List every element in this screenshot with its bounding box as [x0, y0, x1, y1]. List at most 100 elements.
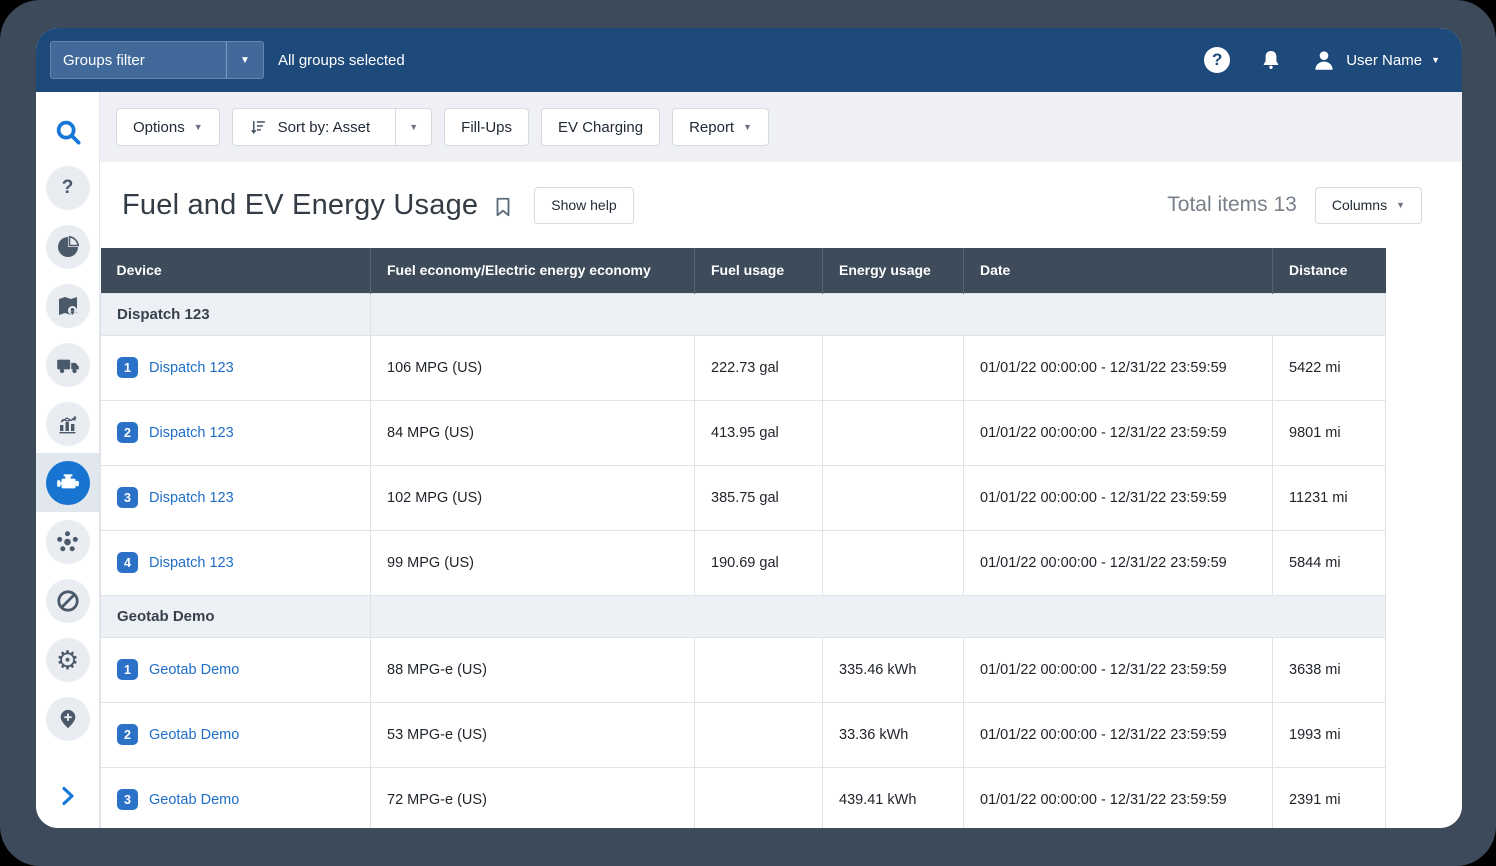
- energy-usage-cell: [823, 335, 964, 400]
- energy-usage-cell: [823, 400, 964, 465]
- chevron-down-icon[interactable]: ▼: [226, 42, 263, 78]
- row-index-badge: 1: [117, 659, 138, 680]
- sidebar-item-settings[interactable]: ⚙: [36, 630, 100, 689]
- chevron-right-icon: [56, 784, 80, 808]
- user-name: User Name: [1346, 52, 1422, 69]
- economy-cell: 53 MPG-e (US): [371, 702, 695, 767]
- distance-cell: 2391 mi: [1273, 767, 1386, 828]
- sidebar-item-vehicles[interactable]: [36, 335, 100, 394]
- fuel-usage-cell: 413.95 gal: [695, 400, 823, 465]
- columns-button[interactable]: Columns ▼: [1315, 187, 1422, 224]
- date-cell: 01/01/22 00:00:00 - 12/31/22 23:59:59: [964, 767, 1273, 828]
- help-icon[interactable]: ?: [1203, 46, 1231, 74]
- top-bar: Groups filter ▼ All groups selected ? Us…: [36, 28, 1462, 92]
- fuel-usage-cell: [695, 767, 823, 828]
- page-header: Fuel and EV Energy Usage Show help Total…: [100, 162, 1462, 248]
- device-link[interactable]: Geotab Demo: [149, 727, 239, 743]
- no-entry-icon: [55, 588, 81, 614]
- group-name: Geotab Demo: [101, 595, 371, 637]
- group-header-row: Geotab Demo: [101, 595, 1386, 637]
- gear-icon: ⚙: [56, 647, 79, 673]
- economy-cell: 72 MPG-e (US): [371, 767, 695, 828]
- notifications-bell-icon[interactable]: [1257, 46, 1285, 74]
- chevron-down-icon: ▼: [194, 122, 203, 132]
- date-cell: 01/01/22 00:00:00 - 12/31/22 23:59:59: [964, 637, 1273, 702]
- search-icon: [53, 117, 83, 147]
- report-toolbar: Options ▼ Sort by: Asset ▼: [100, 92, 1462, 162]
- bookmark-icon[interactable]: [492, 195, 514, 219]
- fill-ups-button[interactable]: Fill-Ups: [444, 108, 529, 146]
- chevron-down-icon: ▼: [1431, 55, 1440, 65]
- sidebar-item-add-ins[interactable]: [36, 689, 100, 748]
- question-icon: ?: [62, 177, 74, 199]
- engine-icon: [55, 470, 81, 496]
- device-link[interactable]: Geotab Demo: [149, 792, 239, 808]
- chevron-down-icon: ▼: [1396, 200, 1405, 210]
- col-header-energy-usage: Energy usage: [823, 248, 964, 293]
- table-row: 1 Dispatch 123 106 MPG (US) 222.73 gal 01…: [101, 335, 1386, 400]
- table-row: 4Dispatch 123 99 MPG (US) 190.69 gal 01/…: [101, 530, 1386, 595]
- fuel-usage-cell: [695, 702, 823, 767]
- truck-icon: [55, 352, 81, 378]
- table-row: 2Dispatch 123 84 MPG (US) 413.95 gal 01/…: [101, 400, 1386, 465]
- sidebar-item-rules[interactable]: [36, 571, 100, 630]
- page-title: Fuel and EV Energy Usage: [122, 189, 478, 222]
- economy-cell: 88 MPG-e (US): [371, 637, 695, 702]
- table-row: 3Geotab Demo 72 MPG-e (US) 439.41 kWh 01…: [101, 767, 1386, 828]
- report-table-area: Device Fuel economy/Electric energy econ…: [100, 248, 1462, 828]
- date-cell: 01/01/22 00:00:00 - 12/31/22 23:59:59: [964, 530, 1273, 595]
- sidebar-item-zones[interactable]: [36, 512, 100, 571]
- device-link[interactable]: Dispatch 123: [149, 425, 234, 441]
- date-cell: 01/01/22 00:00:00 - 12/31/22 23:59:59: [964, 702, 1273, 767]
- show-help-button[interactable]: Show help: [534, 187, 633, 224]
- col-header-distance: Distance: [1273, 248, 1386, 293]
- ev-charging-button[interactable]: EV Charging: [541, 108, 660, 146]
- fuel-usage-cell: 190.69 gal: [695, 530, 823, 595]
- sidebar-item-productivity[interactable]: [36, 217, 100, 276]
- groups-filter-select[interactable]: Groups filter ▼: [50, 41, 264, 79]
- sort-by-button[interactable]: Sort by: Asset ▼: [232, 108, 433, 146]
- table-row: 1 Geotab Demo 88 MPG-e (US) 335.46 kWh 01…: [101, 637, 1386, 702]
- sidebar-item-activity[interactable]: [36, 394, 100, 453]
- economy-cell: 102 MPG (US): [371, 465, 695, 530]
- date-cell: 01/01/22 00:00:00 - 12/31/22 23:59:59: [964, 335, 1273, 400]
- fuel-usage-cell: [695, 637, 823, 702]
- col-header-device: Device: [101, 248, 371, 293]
- sidebar-item-map[interactable]: [36, 276, 100, 335]
- sidebar-item-help[interactable]: ?: [36, 158, 100, 217]
- distance-cell: 5422 mi: [1273, 335, 1386, 400]
- col-header-fuel-usage: Fuel usage: [695, 248, 823, 293]
- pie-chart-icon: [56, 235, 80, 259]
- table-row: 2Geotab Demo 53 MPG-e (US) 33.36 kWh 01/…: [101, 702, 1386, 767]
- group-header-row: Dispatch 123: [101, 293, 1386, 335]
- sidebar-item-engine-maintenance[interactable]: [36, 453, 100, 512]
- sidebar-item-search[interactable]: [36, 106, 100, 158]
- energy-usage-cell: 439.41 kWh: [823, 767, 964, 828]
- date-cell: 01/01/22 00:00:00 - 12/31/22 23:59:59: [964, 465, 1273, 530]
- zones-nodes-icon: [55, 529, 80, 554]
- row-index-badge: 1: [117, 357, 138, 378]
- chevron-down-icon: ▼: [743, 122, 752, 132]
- groups-filter-label: Groups filter: [51, 42, 226, 78]
- fuel-ev-usage-table: Device Fuel economy/Electric energy econ…: [100, 248, 1386, 828]
- distance-cell: 1993 mi: [1273, 702, 1386, 767]
- user-menu[interactable]: User Name ▼: [1311, 47, 1440, 73]
- device-link[interactable]: Dispatch 123: [149, 490, 234, 506]
- col-header-date: Date: [964, 248, 1273, 293]
- groups-status-text: All groups selected: [278, 52, 405, 69]
- device-link[interactable]: Dispatch 123: [149, 360, 234, 376]
- options-button[interactable]: Options ▼: [116, 108, 220, 146]
- table-header-row: Device Fuel economy/Electric energy econ…: [101, 248, 1386, 293]
- distance-cell: 3638 mi: [1273, 637, 1386, 702]
- group-name: Dispatch 123: [101, 293, 371, 335]
- energy-usage-cell: 335.46 kWh: [823, 637, 964, 702]
- device-link[interactable]: Geotab Demo: [149, 662, 239, 678]
- economy-cell: 106 MPG (US): [371, 335, 695, 400]
- fuel-usage-cell: 222.73 gal: [695, 335, 823, 400]
- table-row: 3Dispatch 123 102 MPG (US) 385.75 gal 01…: [101, 465, 1386, 530]
- sort-dropdown-caret[interactable]: ▼: [395, 109, 431, 145]
- report-button[interactable]: Report ▼: [672, 108, 769, 146]
- sidebar-expand-button[interactable]: [36, 774, 100, 818]
- device-link[interactable]: Dispatch 123: [149, 555, 234, 571]
- map-icon: [56, 294, 80, 318]
